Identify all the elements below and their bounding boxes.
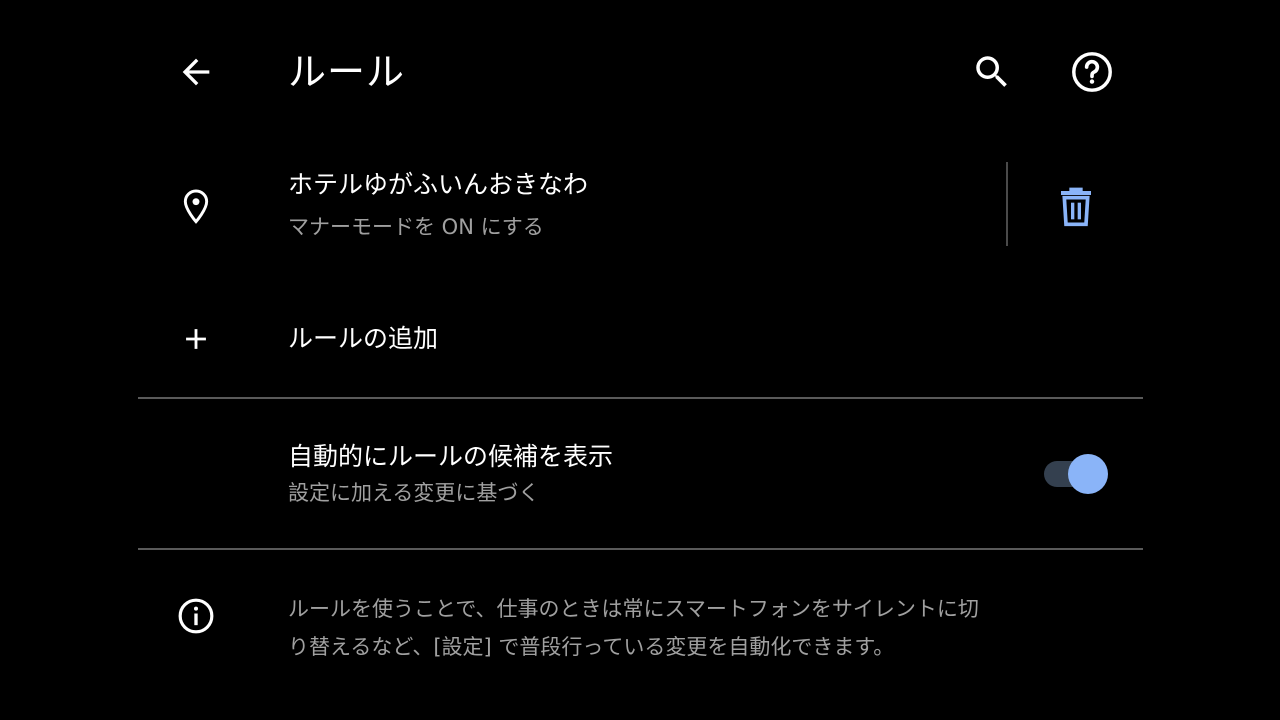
- delete-rule-button[interactable]: [1050, 180, 1102, 232]
- info-line-2: り替えるなど、[設定] で普段行っている変更を自動化できます。: [288, 635, 895, 659]
- section-divider: [138, 397, 1143, 399]
- suggestions-setting-row[interactable]: [138, 410, 1142, 538]
- add-rule-label: ルールの追加: [288, 324, 439, 353]
- section-divider: [138, 548, 1143, 550]
- back-button[interactable]: [172, 48, 220, 96]
- rule-title: ホテルゆがふいんおきなわ: [288, 170, 589, 199]
- location-pin-icon: [172, 183, 220, 231]
- info-icon: [172, 592, 220, 640]
- help-circle-icon: [1072, 52, 1112, 92]
- help-button[interactable]: [1068, 48, 1116, 96]
- toggle-thumb: [1068, 454, 1108, 494]
- trash-icon: [1061, 187, 1091, 227]
- info-description: ルールを使うことで、仕事のときは常にスマートフォンをサイレントに切 り替えるなど…: [288, 590, 1118, 666]
- search-button[interactable]: [968, 48, 1016, 96]
- arrow-back-icon: [182, 58, 210, 86]
- search-icon: [976, 56, 1007, 87]
- suggestions-toggle[interactable]: [1040, 452, 1112, 496]
- suggestions-subtitle: 設定に加える変更に基づく: [288, 481, 540, 505]
- rule-subtitle: マナーモードを ON にする: [288, 215, 544, 239]
- info-line-1: ルールを使うことで、仕事のときは常にスマートフォンをサイレントに切: [288, 597, 979, 621]
- suggestions-title: 自動的にルールの候補を表示: [288, 442, 614, 471]
- vertical-divider: [1006, 162, 1008, 246]
- page-title: ルール: [288, 50, 406, 94]
- rule-item[interactable]: [138, 150, 998, 260]
- plus-icon: [172, 315, 220, 363]
